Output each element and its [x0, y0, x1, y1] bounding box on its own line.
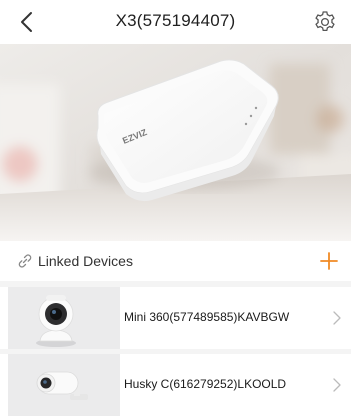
device-hero-image: EZVIZ: [0, 44, 351, 241]
add-device-button[interactable]: [317, 249, 341, 273]
chevron-right-icon: [333, 378, 341, 392]
device-thumbnail: [8, 287, 120, 349]
chevron-left-icon: [21, 12, 32, 32]
link-icon: [18, 254, 32, 268]
back-button[interactable]: [14, 8, 42, 36]
linked-device-item[interactable]: Mini 360(577489585)KAVBGW: [0, 287, 351, 349]
plus-icon: [320, 252, 338, 270]
page-title: X3(575194407): [115, 11, 236, 30]
linked-devices-header: Linked Devices: [0, 241, 351, 282]
gear-icon: [315, 11, 335, 32]
linked-device-item[interactable]: Husky C(616279252)LKOOLD: [0, 354, 351, 416]
chevron-right-icon: [333, 311, 341, 325]
bullet-camera-icon: [36, 371, 88, 400]
device-name: Mini 360(577489585)KAVBGW: [124, 310, 290, 324]
dome-camera-icon: [36, 295, 76, 347]
device-thumbnail: [8, 354, 120, 416]
settings-button[interactable]: [311, 8, 339, 36]
device-name: Husky C(616279252)LKOOLD: [124, 377, 287, 391]
top-bar: X3(575194407): [0, 0, 351, 44]
linked-devices-label: Linked Devices: [38, 253, 133, 269]
